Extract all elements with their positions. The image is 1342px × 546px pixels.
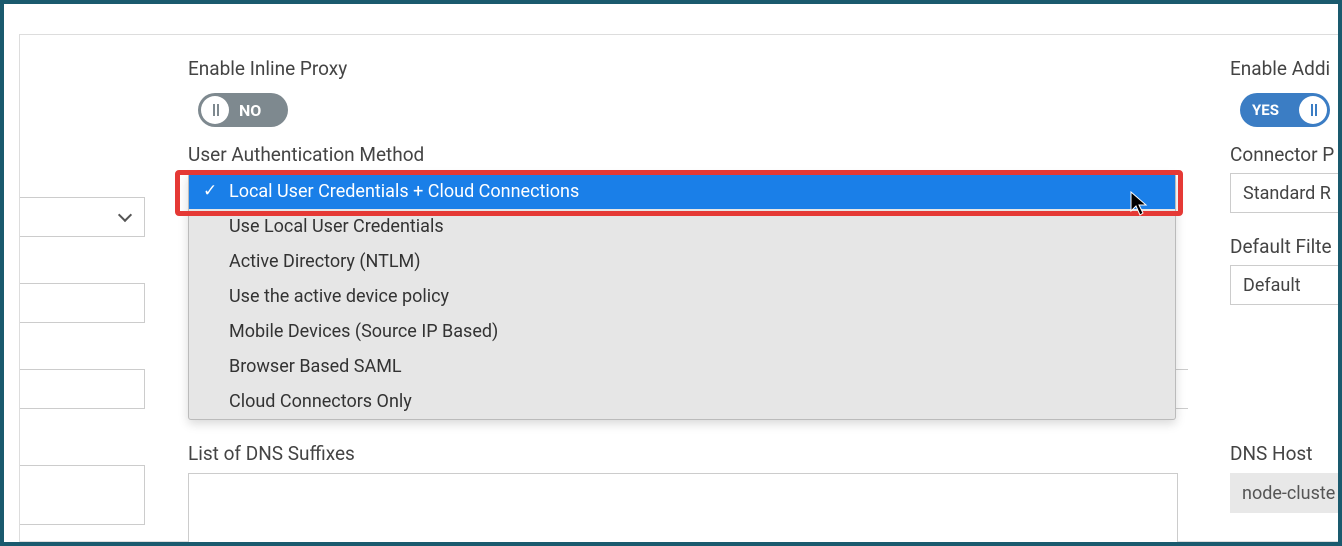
toggle-no-text: NO xyxy=(239,101,261,120)
chevron-down-icon xyxy=(118,208,132,222)
auth-option-local-cloud[interactable]: Local User Credentials + Cloud Connectio… xyxy=(189,174,1175,209)
toggle-knob-icon xyxy=(201,96,229,124)
enable-additional-label: Enable Addi xyxy=(1230,57,1330,80)
config-panel-frame: Enable Inline Proxy NO User Authenticati… xyxy=(0,0,1342,546)
inline-proxy-toggle[interactable]: NO xyxy=(198,93,288,127)
connector-label: Connector P xyxy=(1230,143,1334,166)
config-panel: Enable Inline Proxy NO User Authenticati… xyxy=(19,34,1338,542)
enable-additional-toggle[interactable]: YES xyxy=(1240,93,1330,127)
inline-proxy-label: Enable Inline Proxy xyxy=(188,57,347,80)
auth-option-browser-saml[interactable]: Browser Based SAML xyxy=(189,349,1175,384)
left-partial-input-4[interactable] xyxy=(20,465,145,525)
default-filter-label: Default Filte xyxy=(1230,235,1332,258)
auth-method-dropdown[interactable]: Local User Credentials + Cloud Connectio… xyxy=(188,173,1176,420)
toggle-yes-text: YES xyxy=(1252,101,1279,119)
left-partial-input-2[interactable] xyxy=(20,283,145,323)
toggle-knob-icon xyxy=(1299,96,1327,124)
connector-select[interactable]: Standard R xyxy=(1230,173,1342,213)
auth-option-ad-ntlm[interactable]: Active Directory (NTLM) xyxy=(189,244,1175,279)
dns-host-input[interactable]: node-cluste xyxy=(1230,473,1342,513)
connector-value: Standard R xyxy=(1243,183,1331,204)
dns-host-label: DNS Host xyxy=(1230,442,1312,465)
left-partial-select[interactable] xyxy=(20,197,145,237)
default-filter-select[interactable]: Default xyxy=(1230,265,1342,305)
auth-method-label: User Authentication Method xyxy=(188,143,424,166)
auth-option-local[interactable]: Use Local User Credentials xyxy=(189,209,1175,244)
default-filter-value: Default xyxy=(1243,275,1301,296)
auth-option-active-device-policy[interactable]: Use the active device policy xyxy=(189,279,1175,314)
dns-suffixes-textarea[interactable] xyxy=(188,473,1178,546)
dns-host-value: node-cluste xyxy=(1242,483,1335,504)
auth-option-cloud-connectors[interactable]: Cloud Connectors Only xyxy=(189,384,1175,419)
dns-suffixes-label: List of DNS Suffixes xyxy=(188,442,355,465)
left-partial-input-3[interactable] xyxy=(20,369,145,409)
auth-option-mobile-devices[interactable]: Mobile Devices (Source IP Based) xyxy=(189,314,1175,349)
